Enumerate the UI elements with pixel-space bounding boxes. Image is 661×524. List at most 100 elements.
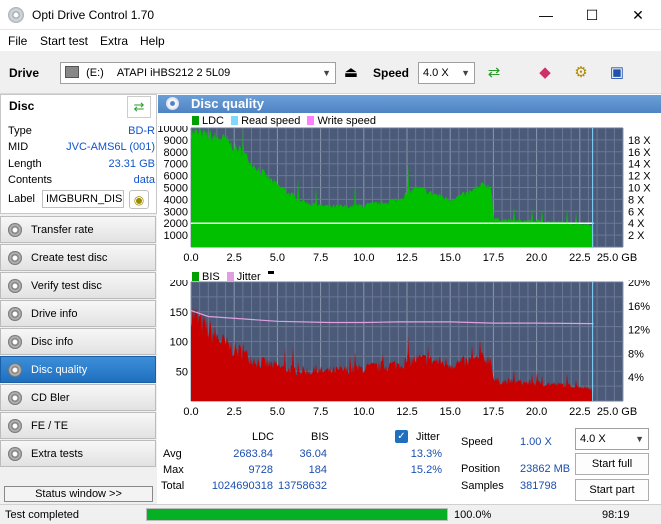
nav-disc-info[interactable]: Disc info <box>0 328 156 355</box>
nav-extra-tests[interactable]: Extra tests <box>0 440 156 467</box>
disc-quality-header: Disc quality <box>158 95 661 113</box>
y-tick-label: 50 <box>176 366 188 378</box>
refresh-arrows-icon: ⇄ <box>487 64 501 81</box>
x-tick-label: 22.5 <box>569 406 590 418</box>
nav-label: Transfer rate <box>31 224 94 236</box>
nav-label: Disc quality <box>31 364 88 376</box>
disc-icon <box>8 391 22 405</box>
disc-icon <box>8 307 22 321</box>
y-tick-label: 7000 <box>164 159 188 171</box>
stats-avg-bis: 36.04 <box>299 448 327 460</box>
drive-label: Drive <box>9 66 40 80</box>
speed-label: Speed <box>373 66 410 80</box>
legend-marker <box>267 271 274 274</box>
minimize-button[interactable]: — <box>523 0 569 30</box>
elapsed-time: 98:19 <box>602 509 630 521</box>
y2-tick-label: 10 X <box>628 183 651 195</box>
save-button[interactable]: ▣ <box>604 60 630 86</box>
x-tick-label: 17.5 <box>483 406 504 418</box>
status-text: Test completed <box>5 509 79 521</box>
position-value: 23862 MB <box>520 463 571 475</box>
y-tick-label: 100 <box>170 337 188 349</box>
y2-tick-label: 8% <box>628 348 644 360</box>
chevron-down-icon: ▼ <box>461 68 470 78</box>
stats-max-bis: 184 <box>308 464 327 476</box>
eject-button[interactable]: ⏏ <box>338 60 364 86</box>
y-tick-label: 5000 <box>164 183 188 195</box>
window-title: Opti Drive Control 1.70 <box>32 8 155 22</box>
nav-transfer-rate[interactable]: Transfer rate <box>0 216 156 243</box>
close-button[interactable]: ✕ <box>615 0 661 30</box>
nav-label: Disc info <box>31 336 74 348</box>
disc-label-edit-button[interactable]: ◉ <box>129 190 149 209</box>
test-speed-select[interactable]: 4.0 X ▼ <box>575 428 649 450</box>
disc-contents-label: Contents <box>8 174 53 186</box>
disc-refresh-button[interactable]: ⇄ <box>127 96 151 118</box>
menu-start-test[interactable]: Start test <box>40 34 88 48</box>
ldc-swatch <box>192 116 199 125</box>
menu-file[interactable]: File <box>8 34 27 48</box>
x-tick-label: 10.0 <box>353 252 374 264</box>
gears-icon: ⚙ <box>574 64 588 81</box>
nav-label: Extra tests <box>31 448 83 460</box>
drive-icon <box>65 66 79 78</box>
y2-tick-label: 20% <box>628 280 650 289</box>
y-tick-label: 150 <box>170 307 188 319</box>
y-tick-label: 9000 <box>164 135 188 147</box>
disc-type-value: BD-R <box>128 125 155 137</box>
nav-drive-info[interactable]: Drive info <box>0 300 156 327</box>
nav-create-test-disc[interactable]: Create test disc <box>0 244 156 271</box>
start-full-button[interactable]: Start full <box>575 453 649 475</box>
nav-label: CD Bler <box>31 392 70 404</box>
stats-total-ldc: 1024690318 <box>211 480 273 492</box>
disc-header: Disc <box>9 99 35 113</box>
disc-contents-value: data <box>133 174 155 186</box>
refresh-arrows-icon: ⇄ <box>133 99 145 114</box>
menu-extra[interactable]: Extra <box>100 34 128 48</box>
maximize-button[interactable]: ☐ <box>569 0 615 30</box>
erase-button[interactable]: ◆ <box>532 60 558 86</box>
x-tick-label: 17.5 <box>483 252 504 264</box>
y-tick-label: 2000 <box>164 218 188 230</box>
nav-verify-test-disc[interactable]: Verify test disc <box>0 272 156 299</box>
y-tick-label: 8000 <box>164 147 188 159</box>
speed-stat-value: 1.00 X <box>520 436 552 448</box>
stats-avg-label: Avg <box>163 448 182 460</box>
x-tick-label: 5.0 <box>270 406 285 418</box>
samples-value: 381798 <box>520 480 557 492</box>
disc-icon <box>8 223 22 237</box>
drive-name: ATAPI iHBS212 2 5L09 <box>116 67 231 79</box>
y2-tick-label: 12% <box>628 325 650 337</box>
eraser-icon: ◆ <box>539 64 551 81</box>
x-tick-label: 20.0 <box>526 252 547 264</box>
drive-select[interactable]: (E:) ATAPI iHBS212 2 5L09 ▼ <box>60 62 336 84</box>
progress-text: 100.0% <box>454 509 492 521</box>
x-tick-label: 15.0 <box>439 406 460 418</box>
settings-button[interactable]: ⚙ <box>568 60 594 86</box>
disc-mid-label: MID <box>8 141 29 153</box>
nav-fe-te[interactable]: FE / TE <box>0 412 156 439</box>
x-tick-label: 20.0 <box>526 406 547 418</box>
refresh-button[interactable]: ⇄ <box>481 60 507 86</box>
checkmark-icon: ✓ <box>397 431 406 442</box>
stats-col-bis: BIS <box>311 431 329 443</box>
x-tick-label: 25.0 GB <box>597 406 637 418</box>
write-speed-swatch <box>307 116 315 125</box>
nav-cd-bler[interactable]: CD Bler <box>0 384 156 411</box>
disc-type-label: Type <box>8 125 32 137</box>
jitter-checkbox[interactable]: ✓ <box>395 430 408 443</box>
start-part-button[interactable]: Start part <box>575 479 649 501</box>
x-tick-label: 0.0 <box>183 252 198 264</box>
speed-select[interactable]: 4.0 X ▼ <box>418 62 475 84</box>
menu-help[interactable]: Help <box>140 34 165 48</box>
progress-fill <box>147 509 447 520</box>
bis-chart: 200 150 100 50 20% 16% 12% 8% 4% 0.0 2.5 5.0 7.5 10.0… <box>170 280 651 418</box>
samples-label: Samples <box>461 480 504 492</box>
disc-label-input[interactable]: IMGBURN_DIS <box>42 190 124 208</box>
stats-total-label: Total <box>161 480 185 492</box>
nav-disc-quality[interactable]: Disc quality <box>0 356 156 383</box>
disc-icon <box>8 447 22 461</box>
stats-total-bis: 13758632 <box>278 480 327 492</box>
x-tick-label: 12.5 <box>396 406 417 418</box>
status-window-button[interactable]: Status window >> <box>4 486 153 502</box>
